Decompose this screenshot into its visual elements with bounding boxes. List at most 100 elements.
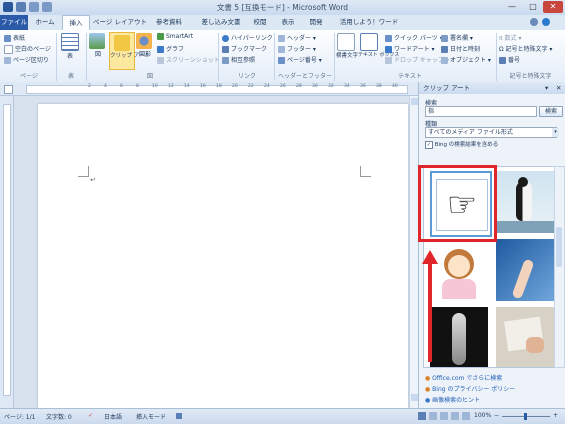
- footer-button[interactable]: フッター ▾: [278, 44, 316, 53]
- zoom-slider-thumb[interactable]: [524, 413, 527, 420]
- hyperlink-button[interactable]: ハイパーリンク: [222, 33, 273, 42]
- scroll-up-arrow-icon[interactable]: [411, 98, 418, 105]
- ruler-number: 4: [104, 84, 107, 89]
- result-item[interactable]: [430, 239, 488, 301]
- proofing-icon[interactable]: ✓: [88, 412, 93, 419]
- tab-mailings[interactable]: 差し込み文書: [198, 15, 244, 30]
- textbox-button[interactable]: テキスト ボックス: [358, 33, 399, 58]
- ruler-number: 36: [360, 84, 366, 89]
- tab-review[interactable]: 校閲: [248, 15, 272, 30]
- tab-home[interactable]: ホーム: [32, 15, 58, 30]
- macro-record-icon[interactable]: [176, 413, 182, 419]
- zoom-level[interactable]: 100%: [474, 412, 491, 419]
- tab-insert[interactable]: 挿入: [62, 15, 90, 31]
- ruler-number: 32: [328, 84, 334, 89]
- insert-mode[interactable]: 挿入モード: [136, 412, 166, 421]
- clipart-button[interactable]: クリップ アート: [109, 32, 150, 70]
- furigana-button[interactable]: 横書文字: [336, 33, 358, 59]
- results-scrollbar[interactable]: [554, 166, 565, 368]
- ruler-number: 34: [344, 84, 350, 89]
- shapes-button[interactable]: 図形: [136, 33, 154, 58]
- language-indicator[interactable]: 日本語: [104, 412, 122, 421]
- number-button[interactable]: 番号: [499, 55, 520, 64]
- help-icon[interactable]: [542, 18, 550, 26]
- maximize-button[interactable]: □: [523, 1, 543, 13]
- blank-page-button[interactable]: 空白のページ: [4, 44, 51, 54]
- picture-button[interactable]: 図: [89, 33, 107, 58]
- result-item[interactable]: [496, 171, 554, 233]
- header-button[interactable]: ヘッダー ▾: [278, 33, 316, 42]
- symbol-button[interactable]: Ω 記号と特殊文字 ▾: [499, 44, 552, 53]
- chart-button[interactable]: グラフ: [157, 44, 184, 53]
- search-input[interactable]: 指: [425, 106, 537, 117]
- object-button[interactable]: オブジェクト ▾: [441, 55, 491, 64]
- zoom-in-button[interactable]: +: [553, 412, 558, 419]
- ruler-number: 26: [280, 84, 286, 89]
- ribbon-divider: [218, 33, 219, 81]
- ribbon-minimize-icon[interactable]: [530, 18, 538, 26]
- horizontal-ruler[interactable]: 2 4 6 8 10 12 14 16 18 20 22 24 26 28 30 32 34 36 38 40: [0, 82, 418, 96]
- minimize-button[interactable]: —: [502, 1, 522, 13]
- page-break-button[interactable]: ページ区切り: [4, 55, 49, 64]
- bing-privacy-link[interactable]: ● Bing のプライバシー ポリシー: [425, 384, 515, 393]
- search-tips-link[interactable]: ● 画像検索のヒント: [425, 395, 480, 404]
- result-item[interactable]: [496, 239, 554, 301]
- search-button[interactable]: 検索: [539, 106, 563, 117]
- bing-checkbox[interactable]: ✓: [425, 140, 433, 149]
- signature-button[interactable]: 署名欄 ▾: [441, 33, 473, 42]
- tab-page-layout[interactable]: ページ レイアウト: [92, 15, 148, 30]
- tab-file[interactable]: ファイル: [0, 15, 28, 30]
- zoom-out-button[interactable]: −: [494, 412, 499, 419]
- ribbon-divider: [86, 33, 87, 81]
- screenshot-button[interactable]: スクリーンショット: [157, 55, 220, 64]
- ruler-number: 18: [216, 84, 222, 89]
- ruler-number: 24: [264, 84, 270, 89]
- page-number-button[interactable]: ページ番号 ▾: [278, 55, 322, 64]
- office-search-link[interactable]: ● Office.com でさらに検索: [425, 373, 502, 382]
- cover-page-button[interactable]: 表紙: [4, 33, 25, 42]
- cross-reference-icon: [222, 57, 229, 64]
- tab-references[interactable]: 参考資料: [150, 15, 188, 30]
- tab-view[interactable]: 表示: [276, 15, 300, 30]
- header-icon: [278, 35, 285, 42]
- page-number-icon: [278, 57, 285, 64]
- draft-icon[interactable]: [462, 412, 470, 420]
- table-button[interactable]: 表: [61, 33, 79, 60]
- page-count[interactable]: ページ: 1/1: [4, 412, 35, 421]
- tab-developer[interactable]: 開発: [304, 15, 328, 30]
- vertical-ruler[interactable]: [0, 96, 14, 408]
- outline-icon[interactable]: [451, 412, 459, 420]
- red-arrow-shaft: [428, 262, 432, 362]
- group-label-symbols: 記号と特殊文字: [509, 73, 552, 80]
- result-item[interactable]: [430, 307, 488, 367]
- smartart-button[interactable]: SmartArt: [157, 33, 193, 40]
- scroll-thumb[interactable]: [556, 227, 562, 267]
- cross-reference-button[interactable]: 相互参照: [222, 55, 255, 64]
- quickparts-button[interactable]: クイック パーツ ▾: [385, 33, 443, 42]
- scroll-down-arrow-icon[interactable]: [411, 394, 418, 401]
- result-item[interactable]: [496, 307, 554, 367]
- equation-button[interactable]: π 数式 ▾: [499, 33, 521, 42]
- foot-xray-icon: [452, 313, 466, 365]
- bing-checkbox-row[interactable]: ✓ Bing の検索結果を含める: [425, 140, 498, 149]
- dropcap-button[interactable]: ドロップ キャップ ▾: [385, 55, 449, 64]
- web-layout-icon[interactable]: [440, 412, 448, 420]
- pane-options-icon[interactable]: ▾: [545, 82, 548, 94]
- bookmark-button[interactable]: ブックマーク: [222, 44, 267, 53]
- full-screen-icon[interactable]: [429, 412, 437, 420]
- chevron-down-icon[interactable]: ▾: [552, 128, 559, 137]
- tab-word-addin[interactable]: 活用しよう！ワード: [336, 15, 402, 30]
- margin-mark: [360, 166, 371, 177]
- tab-selector[interactable]: [4, 85, 13, 94]
- vertical-ruler-track: [3, 104, 11, 396]
- close-button[interactable]: ✕: [543, 1, 563, 13]
- datetime-button[interactable]: 日付と時刻: [441, 44, 480, 53]
- print-layout-icon[interactable]: [418, 412, 426, 420]
- pane-close-icon[interactable]: ✕: [556, 82, 561, 94]
- horizontal-text-icon: [337, 33, 355, 51]
- group-label-pages: ページ: [20, 73, 38, 80]
- media-type-select[interactable]: すべてのメディア ファイル形式 ▾: [425, 127, 559, 138]
- wordart-button[interactable]: ワードアート ▾: [385, 44, 435, 53]
- word-count[interactable]: 文字数: 0: [46, 412, 72, 421]
- document-page[interactable]: ↵: [38, 104, 408, 408]
